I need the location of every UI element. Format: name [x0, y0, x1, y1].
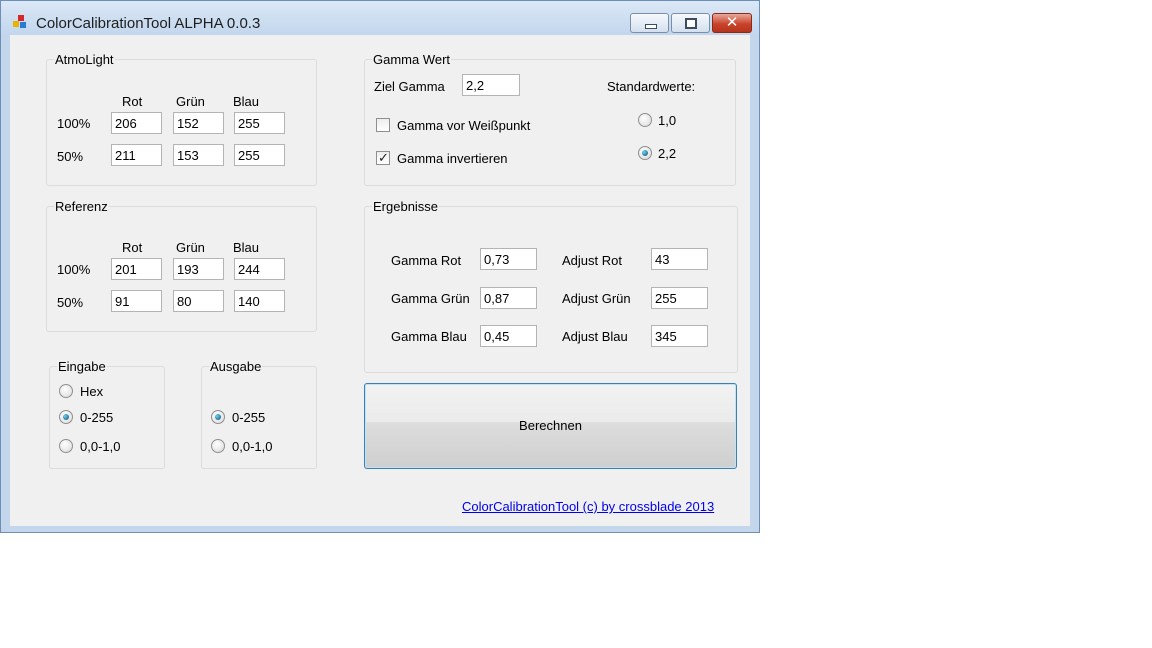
gamma-rot-output[interactable]: 0,73 — [480, 248, 537, 270]
ausgabe-0-255-radio[interactable] — [211, 410, 225, 424]
referenz-col-blau: Blau — [233, 240, 260, 255]
adjust-blau-label: Adjust Blau — [562, 329, 628, 344]
app-icon — [13, 15, 27, 29]
adjust-rot-output[interactable]: 43 — [651, 248, 708, 270]
referenz-col-rot: Rot — [122, 240, 143, 255]
atmolight-row-100-label: 100% — [57, 116, 91, 131]
ziel-gamma-input[interactable]: 2,2 — [462, 74, 520, 96]
gamma-rot-label: Gamma Rot — [391, 253, 462, 268]
copyright-link[interactable]: ColorCalibrationTool (c) by crossblade 2… — [462, 499, 714, 514]
ausgabe-0-1-label[interactable]: 0,0-1,0 — [232, 439, 272, 454]
atmolight-50-gruen-input[interactable]: 153 — [173, 144, 224, 166]
referenz-100-rot-input[interactable]: 201 — [111, 258, 162, 280]
adjust-rot-label: Adjust Rot — [562, 253, 622, 268]
maximize-button[interactable] — [671, 13, 710, 33]
close-icon: ✕ — [725, 13, 739, 31]
standard-2-2-label[interactable]: 2,2 — [658, 146, 676, 161]
adjust-blau-output[interactable]: 345 — [651, 325, 708, 347]
eingabe-hex-label[interactable]: Hex — [80, 384, 103, 399]
gamma-gruen-label: Gamma Grün — [391, 291, 470, 306]
referenz-title: Referenz — [54, 199, 109, 214]
referenz-50-rot-input[interactable]: 91 — [111, 290, 162, 312]
app-window: ColorCalibrationTool ALPHA 0.0.3 ✕ AtmoL… — [0, 0, 760, 533]
gamma-invertieren-label[interactable]: Gamma invertieren — [397, 151, 508, 166]
atmolight-100-blau-input[interactable]: 255 — [234, 112, 285, 134]
gamma-vor-weisspunkt-label[interactable]: Gamma vor Weißpunkt — [397, 118, 530, 133]
eingabe-0-1-label[interactable]: 0,0-1,0 — [80, 439, 120, 454]
gamma-vor-weisspunkt-checkbox[interactable] — [376, 118, 390, 132]
referenz-row-100-label: 100% — [57, 262, 91, 277]
gamma-invertieren-checkbox[interactable] — [376, 150, 390, 166]
ziel-gamma-label: Ziel Gamma — [374, 79, 445, 94]
adjust-gruen-label: Adjust Grün — [562, 291, 631, 306]
client-area: AtmoLight Rot Grün Blau 100% 50% 206 152… — [10, 35, 750, 526]
standard-1-0-label[interactable]: 1,0 — [658, 113, 676, 128]
referenz-50-blau-input[interactable]: 140 — [234, 290, 285, 312]
atmolight-title: AtmoLight — [54, 52, 115, 67]
atmolight-row-50-label: 50% — [57, 149, 84, 164]
ausgabe-0-1-radio[interactable] — [211, 439, 225, 453]
window-title: ColorCalibrationTool ALPHA 0.0.3 — [36, 15, 261, 32]
eingabe-0-255-label[interactable]: 0-255 — [80, 410, 113, 425]
berechnen-button[interactable]: Berechnen — [364, 383, 737, 469]
atmolight-col-gruen: Grün — [176, 94, 205, 109]
referenz-100-gruen-input[interactable]: 193 — [173, 258, 224, 280]
referenz-100-blau-input[interactable]: 244 — [234, 258, 285, 280]
title-bar[interactable]: ColorCalibrationTool ALPHA 0.0.3 ✕ — [1, 1, 759, 35]
atmolight-col-rot: Rot — [122, 94, 143, 109]
ausgabe-0-255-label[interactable]: 0-255 — [232, 410, 265, 425]
referenz-row-50-label: 50% — [57, 295, 84, 310]
atmolight-col-blau: Blau — [233, 94, 260, 109]
minimize-icon — [645, 24, 657, 29]
referenz-50-gruen-input[interactable]: 80 — [173, 290, 224, 312]
atmolight-50-rot-input[interactable]: 211 — [111, 144, 162, 166]
eingabe-title: Eingabe — [57, 359, 107, 374]
gamma-blau-output[interactable]: 0,45 — [480, 325, 537, 347]
berechnen-label: Berechnen — [519, 418, 582, 433]
adjust-gruen-output[interactable]: 255 — [651, 287, 708, 309]
minimize-button[interactable] — [630, 13, 669, 33]
ausgabe-title: Ausgabe — [209, 359, 263, 374]
atmolight-100-rot-input[interactable]: 206 — [111, 112, 162, 134]
eingabe-0-1-radio[interactable] — [59, 439, 73, 453]
referenz-col-gruen: Grün — [176, 240, 205, 255]
gamma-blau-label: Gamma Blau — [391, 329, 467, 344]
eingabe-hex-radio[interactable] — [59, 384, 73, 398]
eingabe-0-255-radio[interactable] — [59, 410, 73, 424]
gamma-gruen-output[interactable]: 0,87 — [480, 287, 537, 309]
gamma-title: Gamma Wert — [372, 52, 452, 67]
atmolight-100-gruen-input[interactable]: 152 — [173, 112, 224, 134]
close-button[interactable]: ✕ — [712, 13, 752, 33]
maximize-icon — [685, 18, 697, 29]
standard-1-0-radio[interactable] — [638, 113, 652, 127]
ergebnisse-title: Ergebnisse — [372, 199, 440, 214]
standardwerte-label: Standardwerte: — [607, 79, 696, 94]
standard-2-2-radio[interactable] — [638, 146, 652, 160]
atmolight-50-blau-input[interactable]: 255 — [234, 144, 285, 166]
